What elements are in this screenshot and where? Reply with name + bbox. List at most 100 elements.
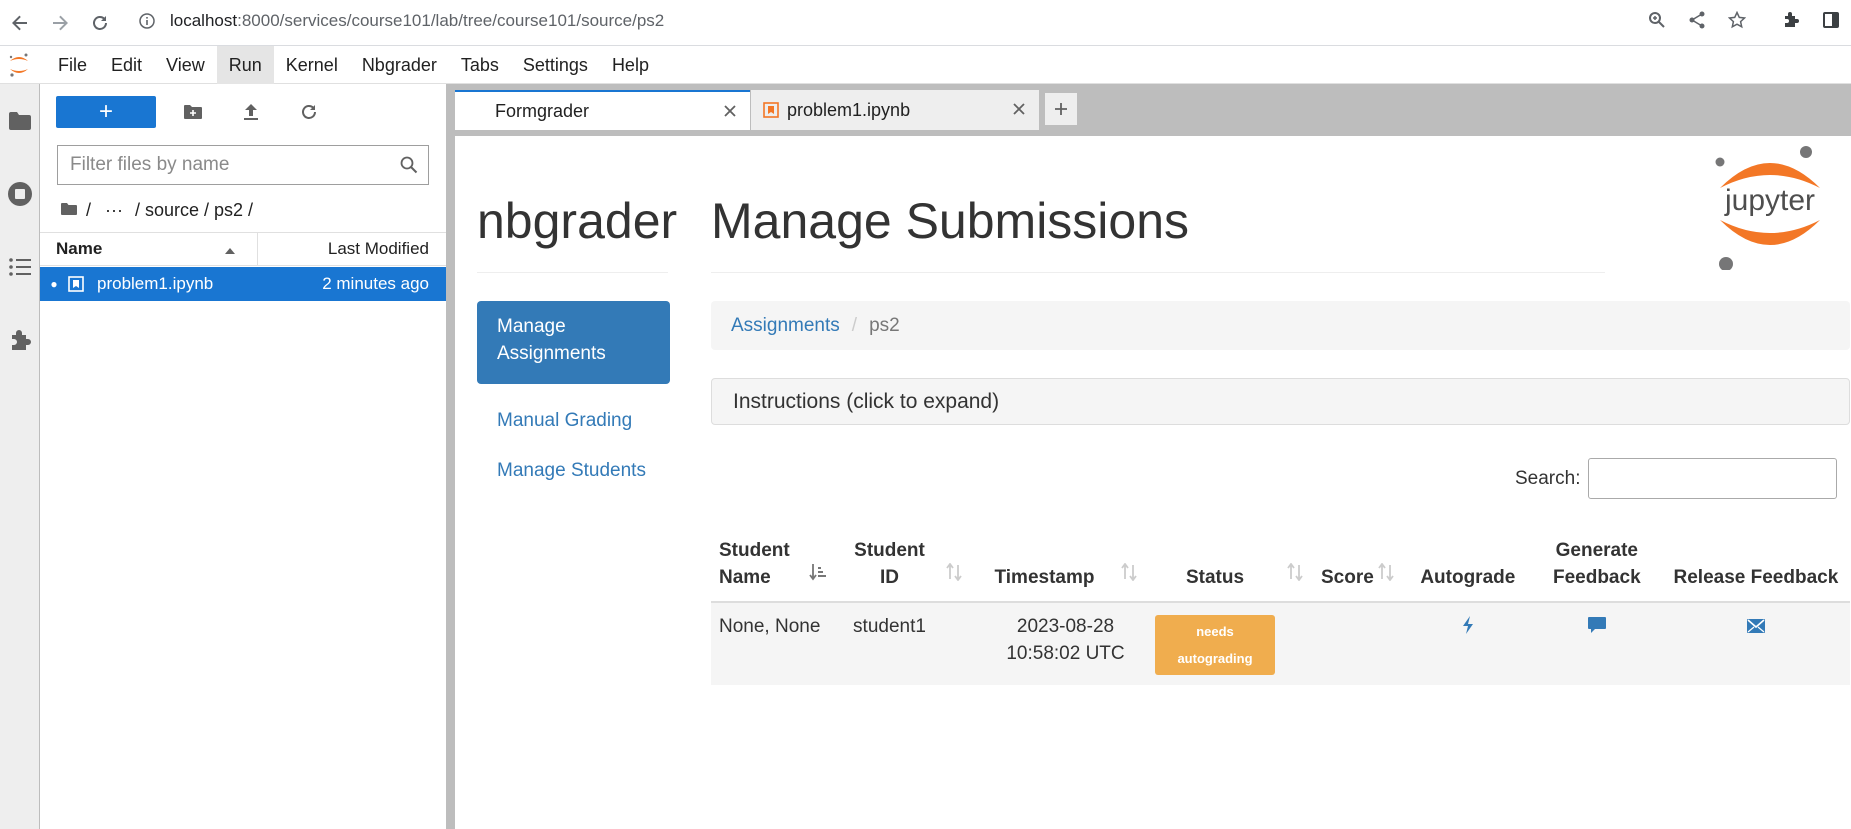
panel-splitter[interactable]: [446, 84, 455, 829]
formgrader-nav: Manage Assignments Manual Grading Manage…: [477, 301, 670, 496]
breadcrumb-assignments[interactable]: Assignments: [731, 315, 840, 337]
menu-help[interactable]: Help: [600, 46, 661, 84]
menu-kernel[interactable]: Kernel: [274, 46, 350, 84]
table-search: Search:: [1515, 458, 1838, 499]
zoom-icon[interactable]: [1637, 0, 1677, 40]
nav-manage-students[interactable]: Manage Students: [477, 446, 670, 496]
crumb-ellipsis[interactable]: ···: [105, 200, 123, 221]
add-tab-icon[interactable]: [1044, 92, 1078, 126]
release-feedback-envelope-icon[interactable]: [1746, 615, 1766, 642]
cell-timestamp: 2023-08-28 10:58:02 UTC: [972, 602, 1147, 685]
file-row[interactable]: ● problem1.ipynb 2 minutes ago: [40, 267, 446, 301]
sort-icon: [1287, 562, 1303, 589]
crumb-path[interactable]: / source / ps2 /: [135, 200, 253, 221]
close-icon[interactable]: [720, 101, 740, 121]
menu-file[interactable]: File: [46, 46, 99, 84]
menu-nbgrader[interactable]: Nbgrader: [350, 46, 449, 84]
menu-tabs[interactable]: Tabs: [449, 46, 511, 84]
search-label: Search:: [1515, 467, 1581, 489]
column-last-modified[interactable]: Last Modified: [258, 233, 446, 265]
tab-formgrader[interactable]: Formgrader: [455, 90, 750, 130]
sort-icon: [1378, 562, 1394, 589]
sort-icon: [946, 562, 962, 589]
autograde-bolt-icon[interactable]: [1461, 615, 1475, 643]
header-student-id-label: Student ID: [854, 540, 925, 588]
running-dot-icon: ●: [50, 277, 58, 291]
nav-manage-assignments[interactable]: Manage Assignments: [477, 301, 670, 384]
breadcrumb-current: ps2: [869, 314, 900, 336]
bookmark-star-icon[interactable]: [1717, 0, 1757, 40]
file-modified: 2 minutes ago: [322, 274, 429, 293]
cell-score: [1313, 602, 1404, 685]
sort-alpha-desc-icon: [809, 562, 827, 589]
new-launcher-button[interactable]: +: [56, 96, 156, 128]
upload-icon[interactable]: [222, 96, 280, 128]
plus-icon: +: [98, 98, 113, 125]
extensions-icon[interactable]: [1771, 0, 1811, 40]
forward-icon[interactable]: [40, 3, 80, 43]
url-host: localhost: [170, 11, 238, 30]
table-row: None, None student1 2023-08-28 10:58:02 …: [711, 602, 1850, 685]
search-input[interactable]: [1588, 458, 1838, 499]
new-folder-icon[interactable]: [164, 96, 222, 128]
divider: [711, 272, 1605, 273]
generate-feedback-comment-icon[interactable]: [1587, 615, 1607, 642]
breadcrumb: Assignments / ps2: [711, 301, 1850, 350]
running-kernels-icon[interactable]: [0, 157, 40, 230]
nav-manual-grading[interactable]: Manual Grading: [477, 396, 670, 446]
browser-toolbar: localhost:8000/services/course101/lab/tr…: [0, 0, 1851, 46]
menu-settings[interactable]: Settings: [511, 46, 600, 84]
close-icon[interactable]: [1009, 99, 1029, 119]
search-icon: [390, 156, 428, 174]
header-student-name-label: Student Name: [719, 540, 790, 588]
sort-icon: [1121, 562, 1137, 589]
file-filter: [57, 145, 429, 185]
notebook-icon: [68, 276, 90, 292]
cell-student-name: None, None: [711, 602, 837, 685]
cell-student-id: student1: [837, 602, 972, 685]
formgrader-panel: nbgrader Manage Submissions jupyter Mana…: [455, 136, 1851, 829]
submissions-table: Student Name Student ID Timestamp Status…: [711, 517, 1850, 685]
menu-view[interactable]: View: [154, 46, 217, 84]
extension-manager-icon[interactable]: [0, 303, 40, 376]
home-folder-icon[interactable]: [60, 200, 78, 221]
column-name[interactable]: Name: [40, 233, 258, 265]
instructions-panel[interactable]: Instructions (click to expand): [711, 378, 1850, 425]
tab-bar: Formgrader problem1.ipynb: [455, 84, 1851, 136]
status-badge: needs autograding: [1155, 615, 1275, 675]
cell-generate-feedback: [1531, 602, 1662, 685]
crumb-root[interactable]: /: [86, 200, 91, 221]
header-score[interactable]: Score: [1313, 517, 1404, 603]
column-name-label: Name: [56, 239, 103, 258]
share-icon[interactable]: [1677, 0, 1717, 40]
reload-icon[interactable]: [80, 3, 120, 43]
filter-files-input[interactable]: [58, 147, 390, 183]
refresh-icon[interactable]: [280, 96, 338, 128]
header-generate-feedback: Generate Feedback: [1531, 517, 1662, 603]
breadcrumb-separator: /: [851, 314, 858, 336]
header-status[interactable]: Status: [1147, 517, 1313, 603]
file-name: problem1.ipynb: [97, 274, 214, 293]
menu-edit[interactable]: Edit: [99, 46, 154, 84]
address-bar[interactable]: localhost:8000/services/course101/lab/tr…: [136, 5, 1616, 37]
cell-autograde: [1403, 602, 1532, 685]
page-title: Manage Submissions: [711, 193, 1190, 249]
menu-run[interactable]: Run: [216, 45, 274, 84]
file-browser: + / ··· / source / ps2 / Name La: [40, 84, 446, 829]
tab-problem1-label: problem1.ipynb: [787, 99, 911, 120]
back-icon[interactable]: [0, 3, 40, 43]
header-student-name[interactable]: Student Name: [711, 517, 837, 603]
table-of-contents-icon[interactable]: [0, 230, 40, 303]
header-score-label: Score: [1321, 567, 1374, 588]
tab-problem1[interactable]: problem1.ipynb: [750, 90, 1039, 130]
notebook-orange-icon: [763, 102, 779, 118]
site-info-icon[interactable]: [136, 13, 158, 29]
divider: [477, 272, 668, 273]
header-status-label: Status: [1185, 567, 1245, 588]
side-panel-icon[interactable]: [1811, 0, 1851, 40]
activity-bar: [0, 84, 40, 829]
folder-icon[interactable]: [0, 84, 40, 157]
header-student-id[interactable]: Student ID: [837, 517, 972, 603]
header-timestamp[interactable]: Timestamp: [972, 517, 1147, 603]
nbgrader-brand: nbgrader: [477, 193, 678, 249]
